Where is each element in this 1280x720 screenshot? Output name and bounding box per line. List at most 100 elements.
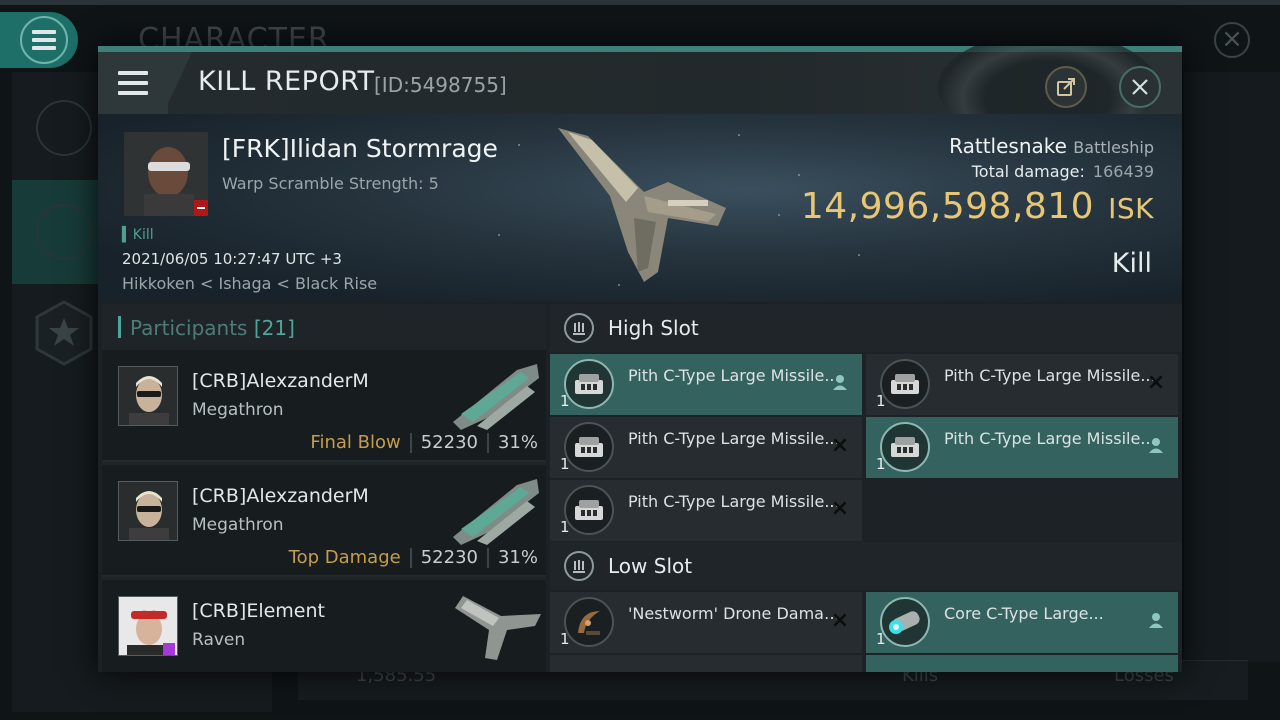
stats-divider bbox=[409, 547, 412, 568]
share-button[interactable] bbox=[1045, 66, 1087, 108]
module-name: Pith C-Type Large Missile... bbox=[628, 429, 840, 448]
participant-name[interactable]: [CRB]AlexzanderM bbox=[192, 485, 369, 507]
missile-launcher-icon bbox=[880, 359, 930, 409]
participant-percent: 31% bbox=[497, 432, 538, 453]
fittings-panel: High Slot 1 Pith C-Type Large Missile...… bbox=[550, 304, 1182, 672]
total-damage-value: 166439 bbox=[1092, 162, 1154, 181]
participants-title: Participants bbox=[130, 316, 248, 340]
stats-divider bbox=[486, 547, 489, 568]
participant-row[interactable]: [CRB]AlexzanderM Megathron Final Blow 52… bbox=[102, 350, 546, 462]
participant-avatar[interactable] bbox=[118, 481, 178, 541]
participant-damage: 52230 bbox=[420, 432, 478, 453]
kill-tag: ▍Kill bbox=[122, 227, 154, 243]
module-name: Pith C-Type Large Missile... bbox=[944, 366, 1156, 385]
participant-ship: Raven bbox=[192, 630, 246, 650]
victim-ship-class: Battleship bbox=[1073, 138, 1154, 157]
destroyed-x-icon: × bbox=[830, 607, 850, 633]
background-list-icon[interactable] bbox=[36, 100, 92, 156]
module-item[interactable]: 1 Pith C-Type Large Missile... bbox=[866, 417, 1178, 478]
participants-count: [21] bbox=[253, 316, 295, 340]
module-quantity: 1 bbox=[560, 392, 570, 410]
module-name: Pith C-Type Large Missile... bbox=[628, 366, 840, 385]
module-quantity: 1 bbox=[560, 455, 570, 473]
stats-divider bbox=[486, 432, 489, 453]
background-crossed-swords-icon[interactable] bbox=[36, 204, 92, 260]
modal-header: KILL REPORT [ID:5498755] bbox=[98, 46, 1182, 142]
low-slot-icon bbox=[564, 551, 594, 581]
participant-ship: Megathron bbox=[192, 400, 284, 420]
module-item[interactable]: 1 'Nestworm' Drone Damage ... × bbox=[550, 592, 862, 653]
high-slot-label: High Slot bbox=[608, 316, 699, 340]
participant-portrait bbox=[119, 482, 177, 540]
module-quantity: 1 bbox=[876, 455, 886, 473]
module-item[interactable]: 1 Core C-Type Large... bbox=[866, 592, 1178, 653]
destroyed-x-icon: × bbox=[830, 495, 850, 521]
background-right-panel bbox=[1184, 72, 1280, 662]
module-item-partial[interactable] bbox=[550, 655, 862, 672]
module-quantity: 1 bbox=[560, 630, 570, 648]
low-slot-label: Low Slot bbox=[608, 554, 693, 578]
stats-divider bbox=[409, 432, 412, 453]
background-close-icon[interactable]: × bbox=[1214, 22, 1250, 58]
participant-name[interactable]: [CRB]Element bbox=[192, 600, 325, 622]
victim-ship[interactable]: Rattlesnake Battleship bbox=[949, 134, 1154, 158]
module-name: Core C-Type Large... bbox=[944, 604, 1104, 623]
page-title: KILL REPORT bbox=[198, 66, 375, 97]
person-icon bbox=[1146, 610, 1166, 630]
module-quantity: 1 bbox=[876, 392, 886, 410]
participant-damage: 52230 bbox=[420, 547, 478, 568]
header-slash-decoration bbox=[162, 52, 192, 114]
participant-ship: Megathron bbox=[192, 515, 284, 535]
module-item[interactable]: 1 Pith C-Type Large Missile... × bbox=[866, 354, 1178, 415]
kill-summary-banner: [FRK]Ilidan Stormrage Warp Scramble Stre… bbox=[98, 114, 1182, 302]
kill-tag-marker: ▍ bbox=[122, 227, 133, 243]
participant-row[interactable]: [CRB]AlexzanderM Megathron Top Damage 52… bbox=[102, 465, 546, 577]
victim-ship-render bbox=[558, 128, 726, 282]
module-item[interactable]: 1 Pith C-Type Large Missile... bbox=[550, 354, 862, 415]
participant-ship-image bbox=[453, 364, 539, 430]
module-name: Pith C-Type Large Missile... bbox=[628, 492, 840, 511]
participant-row[interactable]: [CRB]Element Raven bbox=[102, 580, 546, 672]
module-item-partial[interactable] bbox=[866, 655, 1178, 672]
participant-portrait bbox=[119, 367, 177, 425]
participant-name[interactable]: [CRB]AlexzanderM bbox=[192, 370, 369, 392]
destroyed-x-icon: × bbox=[1146, 369, 1166, 395]
participants-panel: Participants [21] [CRB]AlexzanderM Megat… bbox=[102, 304, 546, 672]
participant-tag: Top Damage bbox=[288, 547, 401, 568]
person-icon bbox=[830, 372, 850, 392]
participant-ship-image bbox=[455, 596, 541, 660]
participant-percent: 31% bbox=[497, 547, 538, 568]
isk-unit: ISK bbox=[1108, 192, 1154, 225]
victim-name[interactable]: [FRK]Ilidan Stormrage bbox=[222, 134, 498, 163]
participants-accent-bar bbox=[118, 316, 121, 338]
module-item[interactable]: 1 Pith C-Type Large Missile... × bbox=[550, 480, 862, 541]
module-item[interactable]: 1 Pith C-Type Large Missile... × bbox=[550, 417, 862, 478]
person-icon bbox=[1146, 435, 1166, 455]
header-menu-button[interactable] bbox=[98, 52, 168, 114]
menu-ring bbox=[20, 16, 68, 64]
kill-result: Kill bbox=[1111, 248, 1152, 279]
kill-location[interactable]: Hikkoken < Ishaga < Black Rise bbox=[122, 274, 377, 293]
close-icon bbox=[1132, 79, 1148, 95]
background-menu-button[interactable] bbox=[0, 12, 78, 68]
ballistic-control-icon bbox=[880, 597, 930, 647]
participant-tag: Final Blow bbox=[310, 432, 401, 453]
missile-launcher-icon bbox=[564, 359, 614, 409]
kill-report-id: [ID:5498755] bbox=[374, 73, 507, 97]
total-damage: Total damage: 166439 bbox=[972, 162, 1154, 181]
participant-avatar[interactable] bbox=[118, 596, 178, 656]
victim-ship-name: Rattlesnake bbox=[949, 134, 1067, 158]
kill-datetime: 2021/06/05 10:27:47 UTC +3 bbox=[122, 250, 342, 268]
missile-launcher-icon bbox=[564, 422, 614, 472]
destroyed-x-icon: × bbox=[830, 432, 850, 458]
participant-stats: Final Blow 52230 31% bbox=[310, 432, 538, 453]
close-button[interactable] bbox=[1119, 66, 1161, 108]
missile-launcher-icon bbox=[880, 422, 930, 472]
victim-portrait[interactable] bbox=[124, 132, 208, 216]
isk-amount: 14,996,598,810 bbox=[800, 186, 1095, 227]
participants-label: Participants [21] bbox=[130, 316, 295, 340]
participant-avatar[interactable] bbox=[118, 366, 178, 426]
warp-scramble-strength: Warp Scramble Strength: 5 bbox=[222, 174, 439, 193]
participant-stats: Top Damage 52230 31% bbox=[289, 547, 538, 568]
background-star-hex-icon[interactable] bbox=[34, 300, 94, 366]
